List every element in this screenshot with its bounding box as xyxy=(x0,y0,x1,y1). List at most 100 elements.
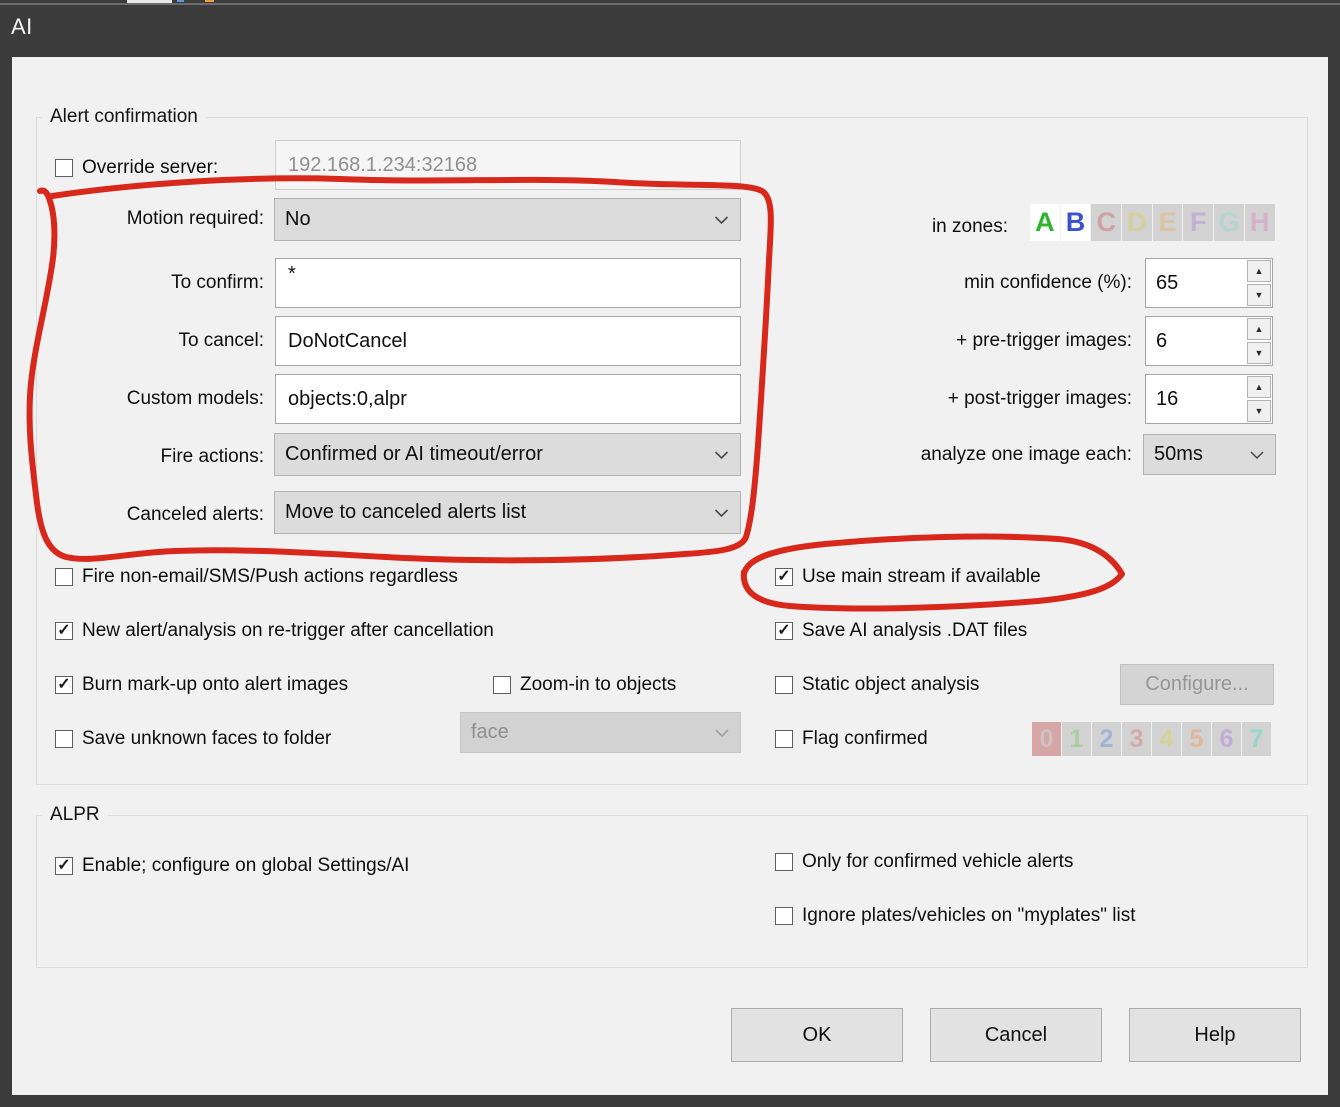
canceled-alerts-select[interactable]: Move to canceled alerts list xyxy=(274,491,741,534)
tab-sliver-blue xyxy=(177,0,184,2)
alpr-enable-label: Enable; configure on global Settings/AI xyxy=(82,855,409,877)
zone-letter-button[interactable]: B xyxy=(1061,204,1091,241)
flag-confirmed-row[interactable]: Flag confirmed xyxy=(775,726,928,752)
motion-required-value: No xyxy=(285,208,311,231)
spin-up-icon[interactable]: ▲ xyxy=(1247,260,1271,282)
zone-letter-button[interactable]: H xyxy=(1245,204,1275,241)
in-zones-label: in zones: xyxy=(712,214,1008,240)
override-server-input[interactable]: 192.168.1.234:32168 xyxy=(275,140,741,190)
flag-digit-button[interactable]: 1 xyxy=(1062,722,1091,756)
zone-letter-button[interactable]: F xyxy=(1183,204,1213,241)
chevron-down-icon xyxy=(715,729,729,737)
canceled-alerts-label: Canceled alerts: xyxy=(40,502,264,528)
ok-button[interactable]: OK xyxy=(731,1008,903,1062)
new-alert-row[interactable]: ✓ New alert/analysis on re-trigger after… xyxy=(55,618,494,644)
zone-letter-button[interactable]: E xyxy=(1153,204,1183,241)
zoom-objects-checkbox[interactable] xyxy=(493,676,511,694)
pre-trigger-value[interactable]: 6 xyxy=(1146,317,1246,365)
faces-folder-select: face xyxy=(460,712,741,753)
alpr-ignore-plates-label: Ignore plates/vehicles on "myplates" lis… xyxy=(802,905,1135,927)
burn-markup-checkbox[interactable]: ✓ xyxy=(55,676,73,694)
flag-confirmed-checkbox[interactable] xyxy=(775,730,793,748)
configure-button: Configure... xyxy=(1120,664,1274,705)
alpr-enable-row[interactable]: ✓ Enable; configure on global Settings/A… xyxy=(55,853,409,879)
spin-down-icon[interactable]: ▼ xyxy=(1247,400,1271,422)
fire-actions-value: Confirmed or AI timeout/error xyxy=(285,443,543,466)
zoom-objects-row[interactable]: Zoom-in to objects xyxy=(493,672,676,698)
spin-up-icon[interactable]: ▲ xyxy=(1247,318,1271,340)
to-cancel-label: To cancel: xyxy=(40,328,264,354)
flag-digit-button[interactable]: 7 xyxy=(1242,722,1271,756)
alpr-ignore-plates-row[interactable]: Ignore plates/vehicles on "myplates" lis… xyxy=(775,903,1135,929)
fire-actions-select[interactable]: Confirmed or AI timeout/error xyxy=(274,433,741,476)
save-dat-label: Save AI analysis .DAT files xyxy=(802,620,1027,642)
zone-letter-button[interactable]: A xyxy=(1030,204,1060,241)
use-main-stream-label: Use main stream if available xyxy=(802,566,1041,588)
spin-down-icon[interactable]: ▼ xyxy=(1247,342,1271,364)
canceled-alerts-value: Move to canceled alerts list xyxy=(285,501,526,524)
flag-digit-button[interactable]: 0 xyxy=(1032,722,1061,756)
tab-sliver xyxy=(127,0,172,3)
min-confidence-label: min confidence (%): xyxy=(732,270,1132,296)
zone-letter-button[interactable]: D xyxy=(1122,204,1152,241)
window-top-divider xyxy=(0,3,1340,5)
override-server-checkbox[interactable] xyxy=(55,159,73,177)
motion-required-select[interactable]: No xyxy=(274,198,741,241)
alpr-only-confirmed-checkbox[interactable] xyxy=(775,853,793,871)
flag-digit-button[interactable]: 6 xyxy=(1212,722,1241,756)
fire-regardless-row[interactable]: Fire non-email/SMS/Push actions regardle… xyxy=(55,564,458,590)
to-confirm-input[interactable]: * xyxy=(275,258,741,308)
flag-digit-button[interactable]: 4 xyxy=(1152,722,1181,756)
spin-down-icon[interactable]: ▼ xyxy=(1247,284,1271,306)
spin-up-icon[interactable]: ▲ xyxy=(1247,376,1271,398)
fire-regardless-checkbox[interactable] xyxy=(55,568,73,586)
zoom-objects-label: Zoom-in to objects xyxy=(520,674,676,696)
use-main-stream-checkbox[interactable]: ✓ xyxy=(775,568,793,586)
override-server-label: Override server: xyxy=(82,157,218,179)
static-object-label: Static object analysis xyxy=(802,674,979,696)
alert-confirmation-group-label: Alert confirmation xyxy=(42,104,206,130)
new-alert-checkbox[interactable]: ✓ xyxy=(55,622,73,640)
faces-folder-value: face xyxy=(471,721,509,744)
post-trigger-spinner[interactable]: 16 ▲ ▼ xyxy=(1145,374,1273,424)
save-faces-row[interactable]: Save unknown faces to folder xyxy=(55,726,331,752)
alpr-only-confirmed-row[interactable]: Only for confirmed vehicle alerts xyxy=(775,849,1073,875)
save-faces-checkbox[interactable] xyxy=(55,730,73,748)
custom-models-input[interactable]: objects:0,alpr xyxy=(275,374,741,424)
zone-letter-button[interactable]: C xyxy=(1091,204,1121,241)
save-faces-label: Save unknown faces to folder xyxy=(82,728,331,750)
save-dat-checkbox[interactable]: ✓ xyxy=(775,622,793,640)
flag-digit-button[interactable]: 3 xyxy=(1122,722,1151,756)
analyze-each-value: 50ms xyxy=(1154,443,1203,466)
static-object-checkbox[interactable] xyxy=(775,676,793,694)
help-button[interactable]: Help xyxy=(1129,1008,1301,1062)
post-trigger-value[interactable]: 16 xyxy=(1146,375,1246,423)
flag-digit-buttons: 01234567 xyxy=(1032,722,1271,756)
burn-markup-label: Burn mark-up onto alert images xyxy=(82,674,348,696)
pre-trigger-spinner[interactable]: 6 ▲ ▼ xyxy=(1145,316,1273,366)
analyze-each-select[interactable]: 50ms xyxy=(1143,434,1276,475)
to-confirm-label: To confirm: xyxy=(40,270,264,296)
flag-digit-button[interactable]: 2 xyxy=(1092,722,1121,756)
alpr-group xyxy=(36,815,1308,968)
min-confidence-spinner[interactable]: 65 ▲ ▼ xyxy=(1145,258,1273,308)
zone-letter-button[interactable]: G xyxy=(1214,204,1244,241)
min-confidence-spin-buttons: ▲ ▼ xyxy=(1246,259,1272,307)
cancel-button[interactable]: Cancel xyxy=(930,1008,1102,1062)
analyze-each-label: analyze one image each: xyxy=(732,442,1132,468)
to-cancel-input[interactable]: DoNotCancel xyxy=(275,316,741,366)
flag-digit-button[interactable]: 5 xyxy=(1182,722,1211,756)
ai-settings-dialog: Alert confirmation Override server: 192.… xyxy=(12,57,1328,1095)
alpr-ignore-plates-checkbox[interactable] xyxy=(775,907,793,925)
save-dat-row[interactable]: ✓ Save AI analysis .DAT files xyxy=(775,618,1027,644)
min-confidence-value[interactable]: 65 xyxy=(1146,259,1246,307)
new-alert-label: New alert/analysis on re-trigger after c… xyxy=(82,620,494,642)
burn-markup-row[interactable]: ✓ Burn mark-up onto alert images xyxy=(55,672,348,698)
flag-confirmed-label: Flag confirmed xyxy=(802,728,928,750)
use-main-stream-row[interactable]: ✓ Use main stream if available xyxy=(775,564,1041,590)
alpr-enable-checkbox[interactable]: ✓ xyxy=(55,857,73,875)
tab-sliver-orange xyxy=(205,0,214,2)
ai-settings-window: AI Alert confirmation Override server: 1… xyxy=(0,0,1340,1107)
static-object-row[interactable]: Static object analysis xyxy=(775,672,979,698)
alpr-only-confirmed-label: Only for confirmed vehicle alerts xyxy=(802,851,1073,873)
